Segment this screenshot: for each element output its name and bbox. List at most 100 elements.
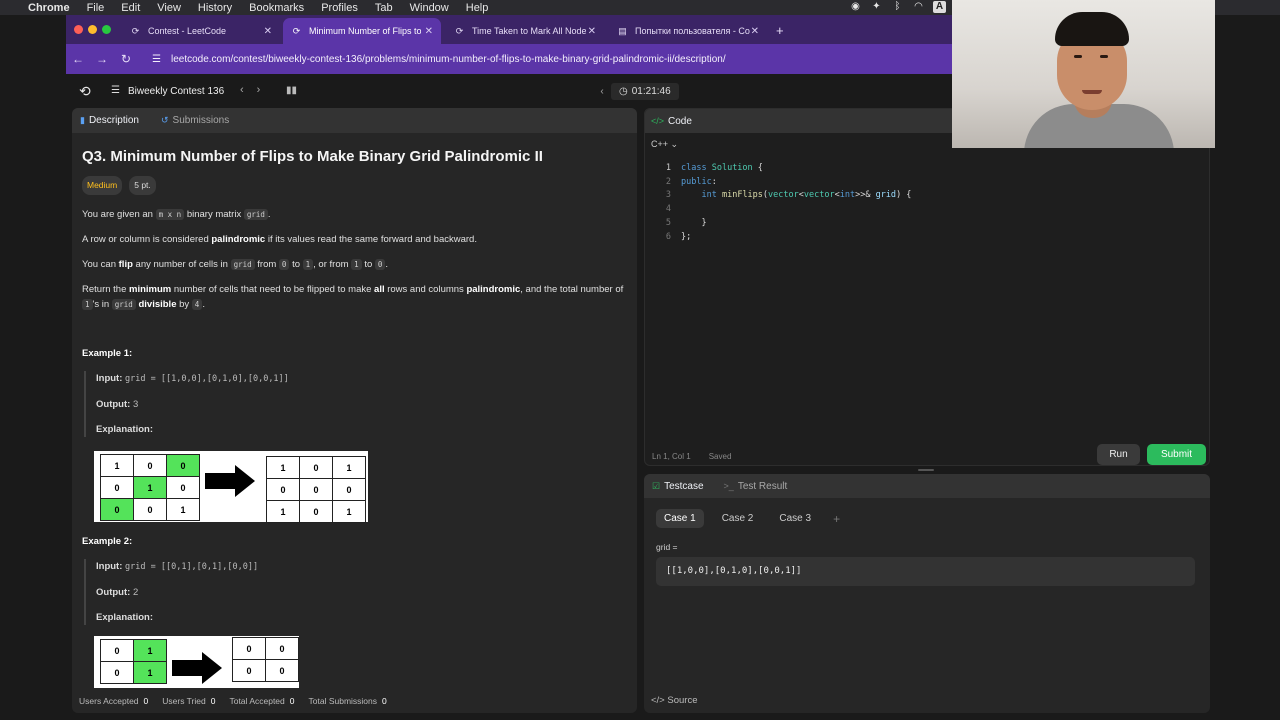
code-line: 3 int minFlips(vector<vector<int>>& grid… <box>645 189 1209 203</box>
forward-icon[interactable]: → <box>90 52 114 66</box>
reload-icon[interactable]: ↻ <box>114 52 138 66</box>
webcam-person-eye <box>1100 55 1108 58</box>
text: by <box>176 299 192 310</box>
grid-cell: 0 <box>232 637 266 660</box>
site-settings-icon[interactable]: ☰ <box>152 54 161 65</box>
text: , and the total number of <box>520 284 624 295</box>
line-number: 2 <box>665 176 671 187</box>
close-tab-icon[interactable]: ✕ <box>751 26 759 37</box>
browser-tab-problem[interactable]: ⟳ Minimum Number of Flips to M ✕ <box>283 18 441 44</box>
stats-icon[interactable]: ▮▮ <box>286 85 297 96</box>
prev-problem-icon[interactable]: ‹ <box>240 84 257 96</box>
add-case-button[interactable]: + <box>829 512 844 526</box>
stat-value: 0 <box>382 696 387 706</box>
problem-tags: Medium 5 pt. <box>82 176 627 195</box>
line-number: 5 <box>665 217 671 228</box>
line-number: 6 <box>665 231 671 242</box>
inline-code: 0 <box>278 259 290 270</box>
browser-tab-contest[interactable]: ⟳ Contest - LeetCode ✕ <box>122 18 280 44</box>
webcam-overlay <box>952 0 1215 148</box>
menu-help[interactable]: Help <box>466 2 489 14</box>
text: number of cells that need to be flipped … <box>171 284 375 295</box>
case-1-tab[interactable]: Case 1 <box>656 509 704 528</box>
chevron-down-icon: ⌄ <box>670 139 679 149</box>
next-problem-icon[interactable]: › <box>257 84 274 96</box>
wifi-icon[interactable]: ◠ <box>912 1 925 13</box>
panel-resize-handle[interactable] <box>918 469 934 471</box>
keyboard-layout-icon[interactable]: A <box>933 1 946 13</box>
save-status: Saved <box>708 451 732 461</box>
tab-submissions[interactable]: ↺ Submissions <box>161 115 229 126</box>
bold-text: flip <box>118 259 133 270</box>
difficulty-badge: Medium <box>82 176 123 195</box>
example-2-figure: 0101 0000 <box>94 636 299 688</box>
paragraph-1: You are given an m x n binary matrix gri… <box>82 207 627 222</box>
screen-record-icon[interactable]: ◉ <box>849 1 862 13</box>
bluetooth-icon[interactable]: ᛒ <box>891 1 904 13</box>
grid-cell: 0 <box>100 639 134 662</box>
problem-content: Q3. Minimum Number of Flips to Make Bina… <box>72 133 637 437</box>
code-text: } <box>681 217 707 228</box>
menu-bookmarks[interactable]: Bookmarks <box>249 2 304 14</box>
back-icon[interactable]: ← <box>66 52 90 66</box>
timer-box[interactable]: ◷ 01:21:46 <box>611 82 679 100</box>
language-selector[interactable]: C++ ⌄ <box>651 139 678 150</box>
case-2-tab[interactable]: Case 2 <box>714 509 762 528</box>
submit-button[interactable]: Submit <box>1147 444 1206 465</box>
minimize-window-button[interactable] <box>88 25 97 34</box>
testcase-panel: ☑ Testcase >_ Test Result Case 1 Case 2 … <box>644 474 1210 713</box>
leetcode-logo-icon[interactable]: ⟲ <box>79 83 91 100</box>
example-2-heading: Example 2: <box>82 536 133 547</box>
new-tab-button[interactable]: + <box>776 23 784 38</box>
leetcode-icon: ⟳ <box>131 25 140 36</box>
tab-label: Minimum Number of Flips to M <box>309 26 421 36</box>
code-text: int minFlips(vector<vector<int>>& grid) … <box>701 190 912 201</box>
tab-testcase[interactable]: ☑ Testcase <box>652 481 704 492</box>
close-tab-icon[interactable]: ✕ <box>264 26 272 37</box>
problem-nav-arrows[interactable]: ‹› <box>240 84 273 96</box>
case-3-tab[interactable]: Case 3 <box>771 509 819 528</box>
menu-edit[interactable]: Edit <box>121 2 140 14</box>
code-editor[interactable]: 1 class Solution { 2 public: 3 int minFlip… <box>645 162 1209 244</box>
contest-stats-bar: Users Accepted 0 Users Tried 0 Total Accep… <box>79 696 639 708</box>
source-link[interactable]: </> Source <box>651 695 698 706</box>
paragraph-2: A row or column is considered palindromi… <box>82 232 627 247</box>
text: from <box>254 259 279 270</box>
code-text: public: <box>681 176 717 187</box>
menu-window[interactable]: Window <box>410 2 449 14</box>
collapse-timer-icon[interactable]: ‹ <box>593 86 611 97</box>
menu-profiles[interactable]: Profiles <box>321 2 358 14</box>
bold-text: all <box>374 284 385 295</box>
grid-cell: 0 <box>299 478 333 501</box>
menu-tab[interactable]: Tab <box>375 2 393 14</box>
browser-tab-time-taken[interactable]: ⟳ Time Taken to Mark All Nodes ✕ <box>446 18 604 44</box>
menu-file[interactable]: File <box>87 2 105 14</box>
close-tab-icon[interactable]: ✕ <box>425 26 433 37</box>
problem-list-icon[interactable]: ☰ <box>111 85 120 96</box>
tab-description[interactable]: ▮ Description <box>80 115 139 126</box>
contest-title[interactable]: Biweekly Contest 136 <box>128 86 224 97</box>
close-window-button[interactable] <box>74 25 83 34</box>
url-field[interactable]: ☰ leetcode.com/contest/biweekly-contest-… <box>152 54 726 65</box>
browser-tab-attempts[interactable]: ▤ Попытки пользователя - Co ✕ <box>609 18 767 44</box>
extension-icon[interactable]: ✦ <box>870 1 883 13</box>
zoom-window-button[interactable] <box>102 25 111 34</box>
text: to <box>289 259 303 270</box>
url-text: leetcode.com/contest/biweekly-contest-13… <box>170 53 726 65</box>
paragraph-3: You can flip any number of cells in grid… <box>82 257 627 272</box>
code-line: 5 } <box>645 217 1209 231</box>
close-tab-icon[interactable]: ✕ <box>588 26 596 37</box>
arrow-right-icon <box>172 652 222 684</box>
run-button[interactable]: Run <box>1097 444 1140 465</box>
menu-history[interactable]: History <box>198 2 232 14</box>
right-edge-strip <box>1210 148 1280 720</box>
menu-view[interactable]: View <box>157 2 181 14</box>
grid-variable-input[interactable]: [[1,0,0],[0,1,0],[0,0,1]] <box>656 557 1195 586</box>
code-panel-title: Code <box>668 115 692 127</box>
text: . <box>202 299 205 310</box>
tab-test-result[interactable]: >_ Test Result <box>724 481 788 492</box>
menu-chrome[interactable]: Chrome <box>28 2 70 14</box>
stat-value: 0 <box>289 696 295 706</box>
source-label: Source <box>667 695 698 706</box>
tab-label: Попытки пользователя - Co <box>635 26 750 36</box>
